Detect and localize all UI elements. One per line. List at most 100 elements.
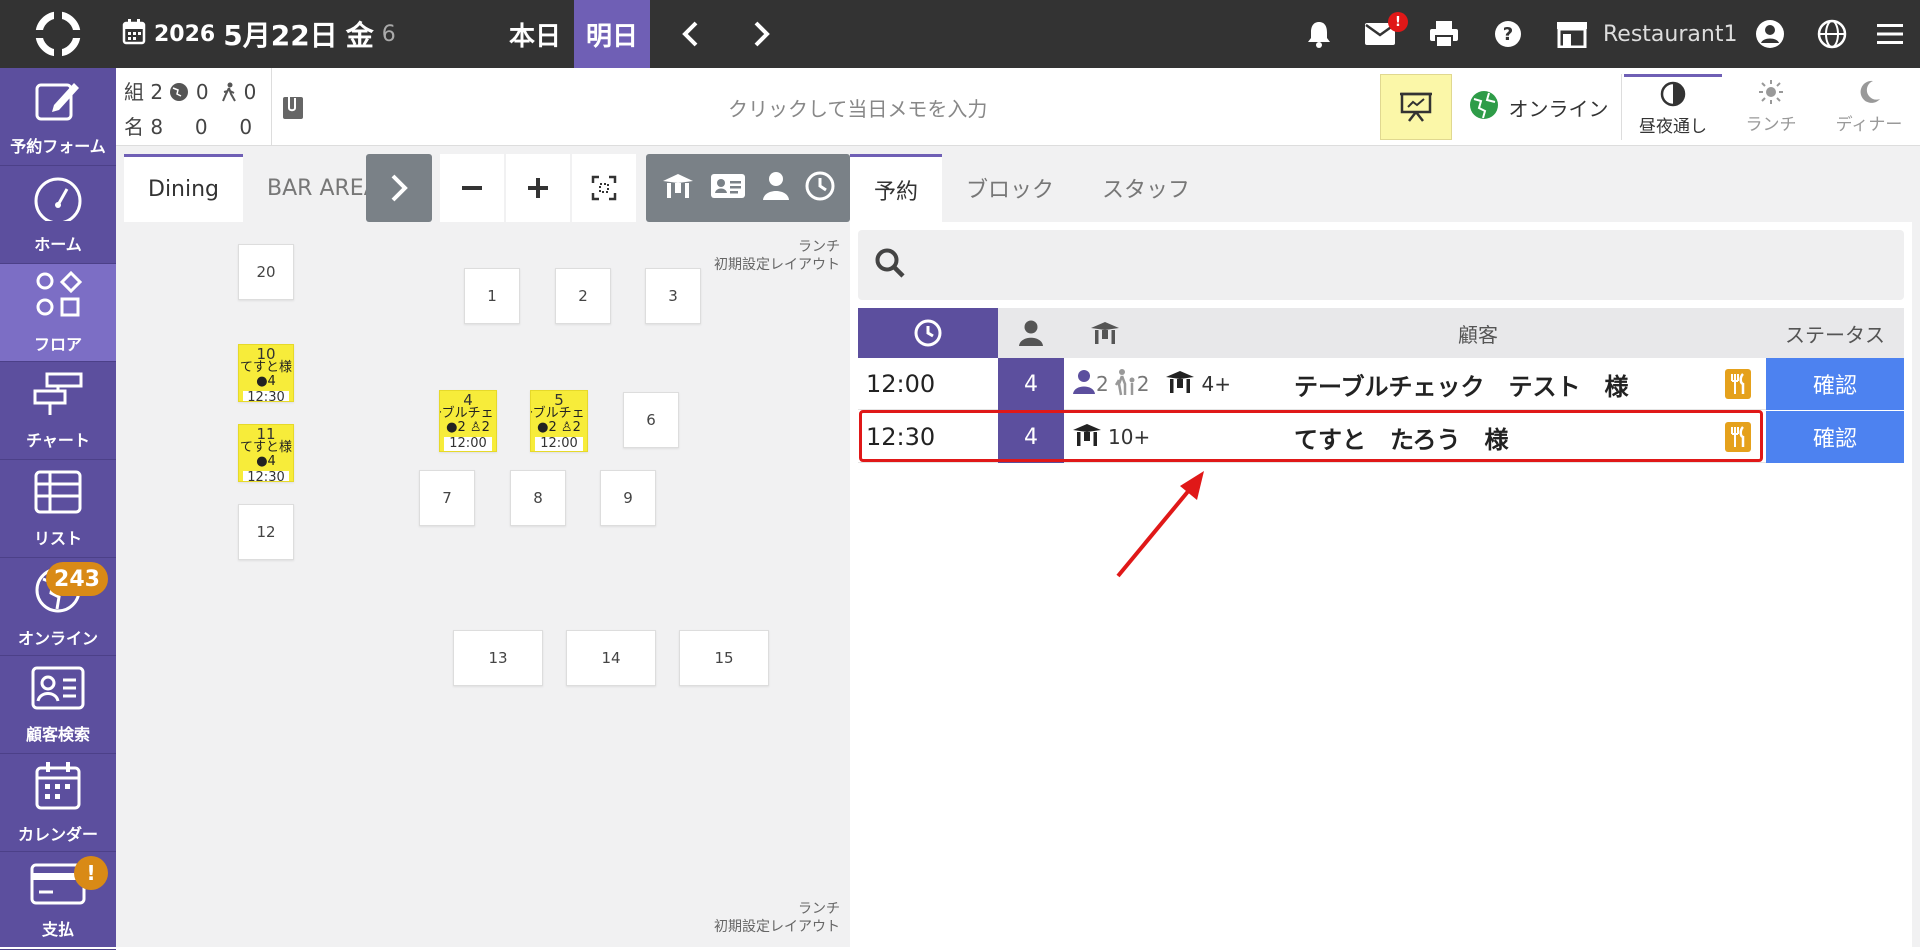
date-weekday: 金	[345, 19, 374, 52]
floor-table-15[interactable]: 15	[679, 630, 769, 686]
sidebar-item-chart[interactable]: チャート	[0, 362, 116, 460]
meal-dinner-tab[interactable]: ディナー	[1820, 74, 1918, 140]
floor-table-5-occupied[interactable]: 5 テーブルチェック ●2 ♙2 12:00	[530, 390, 588, 452]
floor-tabs: Dining BAR AREA	[124, 154, 403, 222]
floor-table-9[interactable]: 9	[600, 470, 656, 526]
table-party-size: ●2 ♙2	[446, 421, 490, 435]
meal-all-day-tab[interactable]: 昼夜通し	[1624, 74, 1722, 140]
tab-staff[interactable]: スタッフ	[1078, 154, 1214, 222]
header-guests-person-icon[interactable]	[998, 308, 1064, 358]
tab-blocks[interactable]: ブロック	[942, 154, 1078, 222]
zoom-out-icon[interactable]	[440, 154, 504, 222]
gauge-icon	[31, 175, 85, 225]
floor-table-3[interactable]: 3	[645, 268, 701, 324]
table-reservation-time: 12:00	[443, 437, 493, 451]
web-globe-icon	[169, 79, 189, 111]
online-label: オンライン	[1508, 96, 1609, 121]
floor-table-8[interactable]: 8	[510, 470, 566, 526]
app-logo-icon[interactable]	[0, 0, 116, 68]
next-day-icon[interactable]	[742, 14, 782, 54]
person-view-icon[interactable]	[762, 171, 790, 205]
sidebar-item-label: ホーム	[34, 234, 82, 254]
floor-table-12[interactable]: 12	[238, 504, 294, 560]
prev-day-icon[interactable]	[670, 14, 710, 54]
daily-memo-input[interactable]: クリックして当日メモを入力	[728, 68, 987, 146]
floor-table-7[interactable]: 7	[419, 470, 475, 526]
header-customer[interactable]: 顧客	[1418, 308, 1538, 358]
sidebar-item-label: 支払	[41, 919, 74, 939]
sidebar-item-payment[interactable]: 支払 !	[0, 852, 116, 950]
layout-note-top: ランチ 初期設定レイアウト	[714, 238, 840, 274]
floor-table-11-occupied[interactable]: 11 てすと様 ●4 12:30	[238, 424, 294, 482]
tomorrow-button[interactable]: 明日	[574, 0, 650, 68]
floor-table-1[interactable]: 1	[464, 268, 520, 324]
clock-view-icon[interactable]	[805, 171, 835, 205]
sidebar-item-calendar[interactable]: カレンダー	[0, 754, 116, 852]
floor-table-6[interactable]: 6	[623, 392, 679, 448]
reservation-row[interactable]: 12:30 4 10+ てすと たろう 様 確認	[858, 411, 1904, 463]
user-account-icon[interactable]	[1750, 14, 1790, 54]
person-icon: ●	[446, 420, 458, 435]
top-bar: 2026 5月22日 金 6 本日 明日 ! ? Restaurant1	[0, 0, 1920, 68]
floor-table-2[interactable]: 2	[555, 268, 611, 324]
table-guest-name: テーブルチェック	[531, 406, 587, 421]
online-status[interactable]: オンライン	[1456, 74, 1622, 140]
sidebar-item-home[interactable]: ホーム	[0, 166, 116, 264]
tab-reservations[interactable]: 予約	[850, 154, 943, 222]
people-label: 名	[124, 115, 144, 139]
today-button[interactable]: 本日	[496, 0, 574, 68]
meal-lunch-tab[interactable]: ランチ	[1722, 74, 1820, 140]
child-icon: ♙	[560, 420, 573, 435]
sidebar-item-label: 予約フォーム	[10, 136, 106, 156]
floor-table-13[interactable]: 13	[453, 630, 543, 686]
header-time-clock-icon[interactable]	[858, 308, 998, 358]
table-guest-name: てすと様	[239, 360, 292, 375]
store-icon[interactable]	[1552, 14, 1592, 54]
sidebar-item-floor[interactable]: フロア	[0, 264, 116, 362]
memo-clip-icon[interactable]	[271, 68, 313, 146]
sidebar-item-customer-search[interactable]: 顧客検索	[0, 656, 116, 754]
groups-label: 組	[124, 80, 144, 104]
table-number: 4	[463, 391, 473, 409]
sidebar-item-label: フロア	[33, 334, 82, 354]
floor-table-10-occupied[interactable]: 10 てすと様 ●4 12:30	[238, 344, 294, 402]
header-status[interactable]: ステータス	[1766, 308, 1904, 358]
layout-note-meal: ランチ	[798, 239, 840, 255]
reservation-status-button[interactable]: 確認	[1766, 358, 1904, 410]
print-icon[interactable]	[1424, 14, 1464, 54]
calendar-grid-icon	[34, 761, 82, 815]
presentation-icon[interactable]	[1380, 74, 1452, 140]
child-icon: ♙	[469, 420, 482, 435]
floor-table-14[interactable]: 14	[566, 630, 656, 686]
hamburger-menu-icon[interactable]	[1870, 14, 1910, 54]
help-icon[interactable]: ?	[1488, 14, 1528, 54]
tab-dining[interactable]: Dining	[124, 154, 244, 222]
daily-counts: 組 2 0 0 名 8 0 0	[124, 76, 256, 143]
floor-tabs-next-icon[interactable]	[366, 154, 432, 222]
language-globe-icon[interactable]	[1812, 14, 1852, 54]
table-guest-name: テーブルチェック	[440, 406, 496, 421]
restaurant-name[interactable]: Restaurant1	[1603, 0, 1737, 68]
bell-icon[interactable]	[1299, 14, 1339, 54]
table-party-size: ●2 ♙2	[537, 421, 581, 435]
reservation-row[interactable]: 12:00 4 2 2 4+ テーブルチェック テスト 様 確認	[858, 358, 1904, 410]
sidebar-item-list[interactable]: リスト	[0, 460, 116, 558]
table-view-icon[interactable]	[661, 171, 695, 205]
floor-table-4-occupied[interactable]: 4 テーブルチェック ●2 ♙2 12:00	[439, 390, 497, 452]
sidebar-item-reservation-form[interactable]: 予約フォーム	[0, 68, 116, 166]
table-party-size: ●4	[256, 455, 276, 469]
zoom-in-icon[interactable]	[506, 154, 570, 222]
floor-panel: Dining BAR AREA ランチ 初期設定レイアウト ランチ 初期設定レイ…	[116, 146, 850, 947]
fit-screen-icon[interactable]	[572, 154, 636, 222]
reservation-status-button[interactable]: 確認	[1766, 411, 1904, 463]
id-card-view-icon[interactable]	[710, 172, 746, 204]
reservation-search-input[interactable]	[858, 230, 1904, 300]
floor-table-20[interactable]: 20	[238, 244, 294, 300]
sun-icon	[1758, 79, 1784, 110]
sidebar-item-online[interactable]: オンライン 243	[0, 558, 116, 656]
reservation-guest-count: 4	[998, 411, 1064, 463]
list-table-icon	[33, 469, 83, 519]
header-table-icon[interactable]	[1072, 308, 1138, 358]
date-month-day: 5月22日	[223, 19, 338, 52]
date-picker[interactable]: 2026 5月22日 金 6	[122, 0, 396, 68]
